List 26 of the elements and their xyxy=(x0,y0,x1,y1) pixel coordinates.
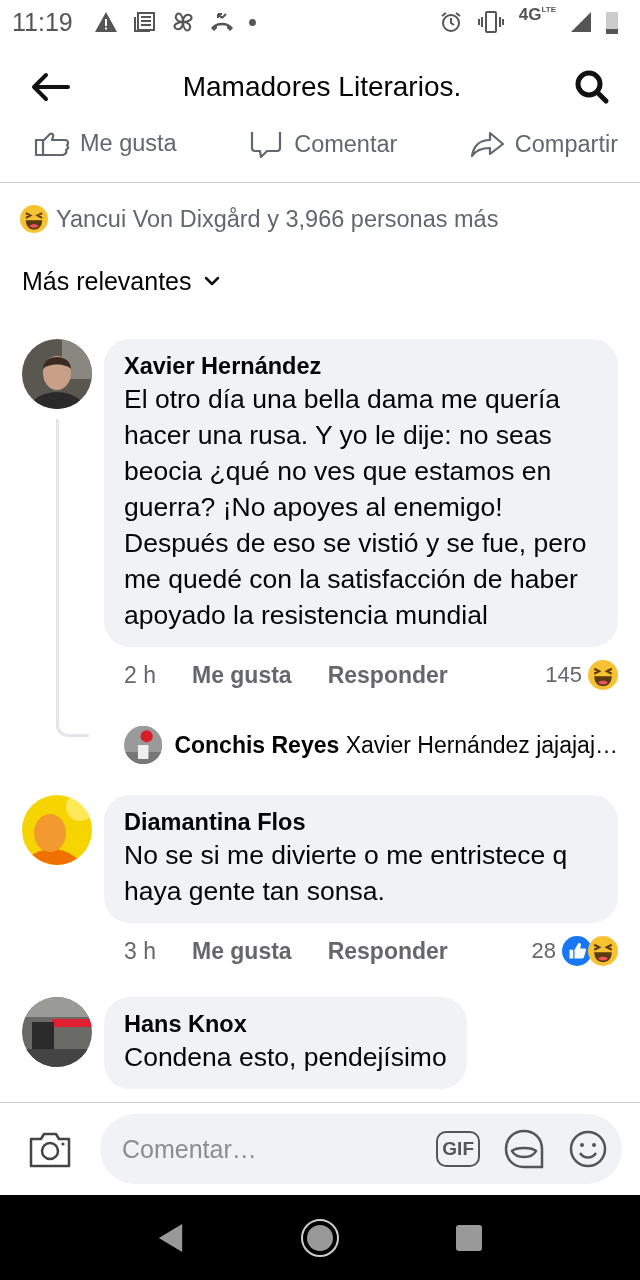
comment-text: El otro día una bella dama me quería hacer una rusa. Y yo le dije: no seas beocia ¿qué no ves que estamos en guerra? ¡No apoyes al enemigo! Después de eso se vistió y se fue, pero me quedé con la satisfacción de haber apoyado la resistencia mundial xyxy=(124,383,588,632)
like-link[interactable]: Me gusta xyxy=(192,937,292,965)
like-link[interactable]: Me gusta xyxy=(192,661,292,689)
comment-input[interactable]: Comentar… GIF xyxy=(100,1114,622,1184)
network-type: 4G xyxy=(518,5,542,25)
comment-text: Condena esto, pendejísimo xyxy=(124,1041,447,1074)
comment-author[interactable]: Diamantina Flos xyxy=(124,807,598,837)
reply-link[interactable]: Responder xyxy=(327,661,448,689)
reactions-summary[interactable]: Yancui Von Dixgård y 3,966 personas más xyxy=(56,205,499,233)
gif-button[interactable]: GIF xyxy=(436,1131,480,1167)
sort-dropdown[interactable]: Más relevantes xyxy=(22,263,220,299)
comment-author[interactable]: Hans Knox xyxy=(124,1009,447,1039)
network-subtype: LTE xyxy=(541,5,556,14)
post-action-button[interactable]: Me gusta xyxy=(34,130,177,157)
post-action-button[interactable]: Comentar xyxy=(248,130,398,158)
reply-preview[interactable]: Conchis Reyes Xavier Hernández jajajaj… xyxy=(174,731,618,759)
comment-time: 2 h xyxy=(124,661,156,689)
comment-text: No se si me divierte o me entristece q haya gente tan sonsa. xyxy=(124,839,569,908)
group-title: Mamadores Literarios. xyxy=(182,71,462,103)
comment-author[interactable]: Xavier Hernández xyxy=(124,351,598,381)
reaction-count: 145 xyxy=(545,662,582,688)
reaction-count: 28 xyxy=(531,938,556,964)
status-time: 11:19 xyxy=(12,7,73,37)
post-action-button[interactable]: Compartir xyxy=(468,130,618,158)
comment-time: 3 h xyxy=(124,937,156,965)
reply-link[interactable]: Responder xyxy=(327,937,448,965)
